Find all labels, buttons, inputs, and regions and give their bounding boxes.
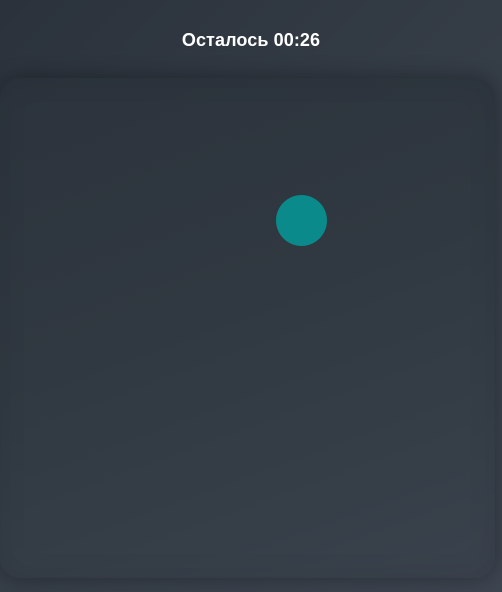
target-circle-icon[interactable] bbox=[276, 195, 327, 246]
time-remaining-label: Осталось 00:26 bbox=[181, 30, 321, 50]
game-area[interactable] bbox=[0, 78, 495, 578]
